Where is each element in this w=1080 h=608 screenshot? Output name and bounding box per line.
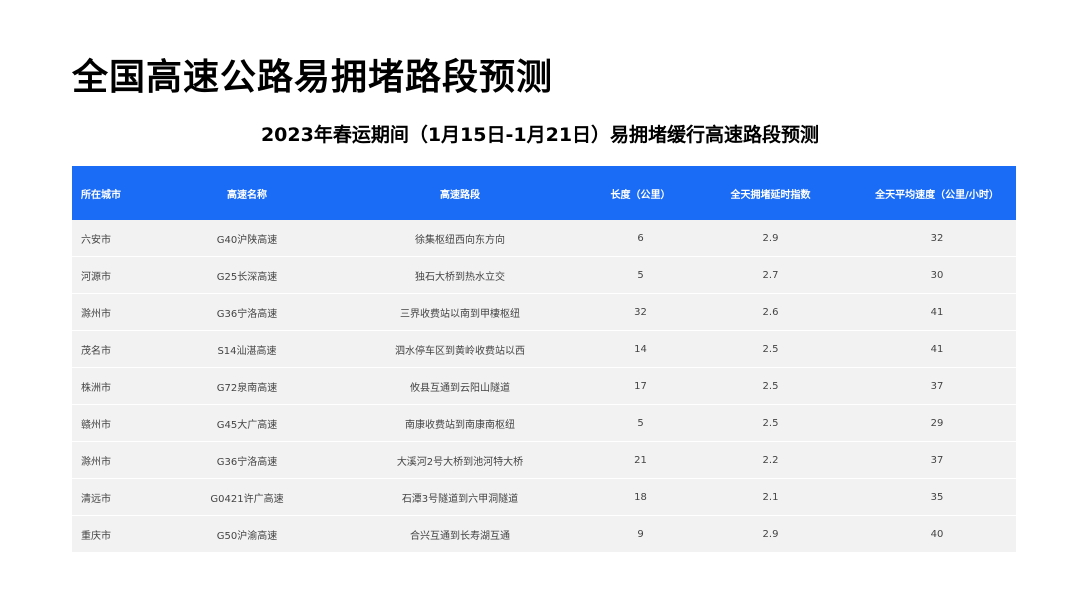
header-city: 所在城市 <box>72 166 172 220</box>
table-header-row: 所在城市 高速名称 高速路段 长度（公里） 全天拥堵延时指数 全天平均速度（公里… <box>72 166 1016 220</box>
cell-highway-name: G50沪渝高速 <box>172 516 322 553</box>
cell-delay-index: 2.5 <box>683 368 858 405</box>
cell-highway-name: G25长深高速 <box>172 257 322 294</box>
cell-length: 18 <box>598 479 683 516</box>
cell-delay-index: 2.5 <box>683 405 858 442</box>
table-row: 清远市 G0421许广高速 石潭3号隧道到六甲洞隧道 18 2.1 35 <box>72 479 1016 516</box>
cell-city: 清远市 <box>72 479 172 516</box>
table-title: 2023年春运期间（1月15日-1月21日）易拥堵缓行高速路段预测 <box>260 124 820 146</box>
cell-delay-index: 2.5 <box>683 331 858 368</box>
cell-highway-name: G72泉南高速 <box>172 368 322 405</box>
cell-length: 17 <box>598 368 683 405</box>
table-row: 茂名市 S14汕湛高速 泗水停车区到黄岭收费站以西 14 2.5 41 <box>72 331 1016 368</box>
cell-road-section: 大溪河2号大桥到池河特大桥 <box>322 442 598 479</box>
cell-delay-index: 2.9 <box>683 220 858 257</box>
cell-average-speed: 35 <box>858 479 1016 516</box>
cell-average-speed: 41 <box>858 294 1016 331</box>
cell-road-section: 攸县互通到云阳山隧道 <box>322 368 598 405</box>
cell-delay-index: 2.6 <box>683 294 858 331</box>
cell-road-section: 石潭3号隧道到六甲洞隧道 <box>322 479 598 516</box>
header-average-speed: 全天平均速度（公里/小时） <box>858 166 1016 220</box>
cell-delay-index: 2.9 <box>683 516 858 553</box>
cell-highway-name: G40沪陕高速 <box>172 220 322 257</box>
cell-average-speed: 37 <box>858 368 1016 405</box>
cell-city: 茂名市 <box>72 331 172 368</box>
cell-highway-name: G0421许广高速 <box>172 479 322 516</box>
cell-average-speed: 30 <box>858 257 1016 294</box>
cell-road-section: 徐集枢纽西向东方向 <box>322 220 598 257</box>
header-road-section: 高速路段 <box>322 166 598 220</box>
cell-average-speed: 32 <box>858 220 1016 257</box>
table-row: 滁州市 G36宁洛高速 三界收费站以南到甲棲枢纽 32 2.6 41 <box>72 294 1016 331</box>
cell-road-section: 独石大桥到热水立交 <box>322 257 598 294</box>
cell-highway-name: G36宁洛高速 <box>172 294 322 331</box>
table-row: 株洲市 G72泉南高速 攸县互通到云阳山隧道 17 2.5 37 <box>72 368 1016 405</box>
table-row: 重庆市 G50沪渝高速 合兴互通到长寿湖互通 9 2.9 40 <box>72 516 1016 553</box>
cell-average-speed: 37 <box>858 442 1016 479</box>
cell-average-speed: 29 <box>858 405 1016 442</box>
cell-delay-index: 2.7 <box>683 257 858 294</box>
cell-city: 河源市 <box>72 257 172 294</box>
cell-length: 14 <box>598 331 683 368</box>
table-row: 河源市 G25长深高速 独石大桥到热水立交 5 2.7 30 <box>72 257 1016 294</box>
table-row: 赣州市 G45大广高速 南康收费站到南康南枢纽 5 2.5 29 <box>72 405 1016 442</box>
cell-city: 赣州市 <box>72 405 172 442</box>
cell-highway-name: S14汕湛高速 <box>172 331 322 368</box>
cell-length: 5 <box>598 405 683 442</box>
cell-road-section: 三界收费站以南到甲棲枢纽 <box>322 294 598 331</box>
cell-delay-index: 2.2 <box>683 442 858 479</box>
cell-city: 滁州市 <box>72 442 172 479</box>
cell-road-section: 泗水停车区到黄岭收费站以西 <box>322 331 598 368</box>
cell-highway-name: G36宁洛高速 <box>172 442 322 479</box>
header-highway-name: 高速名称 <box>172 166 322 220</box>
page-title: 全国高速公路易拥堵路段预测 <box>72 57 554 98</box>
header-length: 长度（公里） <box>598 166 683 220</box>
cell-length: 32 <box>598 294 683 331</box>
table-body: 六安市 G40沪陕高速 徐集枢纽西向东方向 6 2.9 32 河源市 G25长深高速 独石大桥到… <box>72 220 1016 553</box>
cell-city: 重庆市 <box>72 516 172 553</box>
cell-delay-index: 2.1 <box>683 479 858 516</box>
cell-highway-name: G45大广高速 <box>172 405 322 442</box>
cell-road-section: 合兴互通到长寿湖互通 <box>322 516 598 553</box>
cell-city: 滁州市 <box>72 294 172 331</box>
cell-length: 9 <box>598 516 683 553</box>
cell-average-speed: 40 <box>858 516 1016 553</box>
cell-city: 六安市 <box>72 220 172 257</box>
cell-length: 6 <box>598 220 683 257</box>
cell-length: 5 <box>598 257 683 294</box>
congestion-table: 所在城市 高速名称 高速路段 长度（公里） 全天拥堵延时指数 全天平均速度（公里… <box>72 166 1016 553</box>
cell-length: 21 <box>598 442 683 479</box>
table-row: 滁州市 G36宁洛高速 大溪河2号大桥到池河特大桥 21 2.2 37 <box>72 442 1016 479</box>
cell-road-section: 南康收费站到南康南枢纽 <box>322 405 598 442</box>
header-delay-index: 全天拥堵延时指数 <box>683 166 858 220</box>
cell-average-speed: 41 <box>858 331 1016 368</box>
cell-city: 株洲市 <box>72 368 172 405</box>
table-row: 六安市 G40沪陕高速 徐集枢纽西向东方向 6 2.9 32 <box>72 220 1016 257</box>
